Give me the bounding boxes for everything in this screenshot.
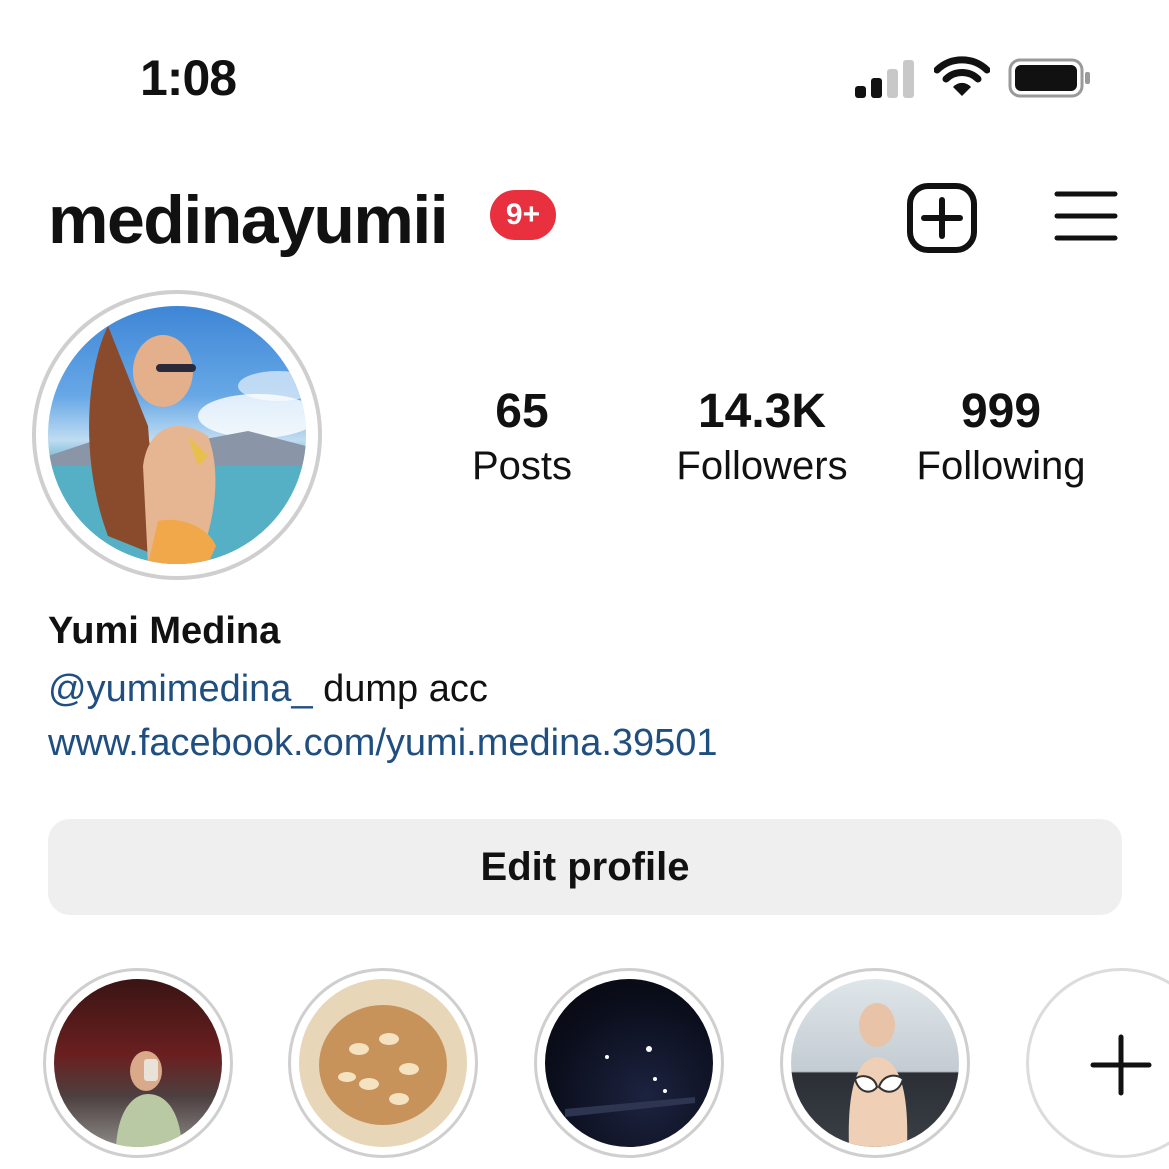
highlight-photo-selfie[interactable] <box>791 979 959 1147</box>
highlight-2-image <box>319 1005 447 1125</box>
notification-badge[interactable]: 9+ <box>490 190 556 240</box>
battery-icon <box>1008 58 1090 98</box>
highlight-1-image <box>116 1051 182 1147</box>
menu-icon[interactable] <box>1054 188 1118 244</box>
bio-website-link[interactable]: www.facebook.com/yumi.medina.39501 <box>48 720 718 766</box>
highlight-3-image <box>565 1046 695 1117</box>
edit-profile-button[interactable]: Edit profile <box>48 819 1122 915</box>
status-time: 1:08 <box>140 50 237 106</box>
highlight-photo-baked-goods[interactable] <box>299 979 467 1147</box>
add-post-icon[interactable] <box>906 182 978 254</box>
avatar-photo <box>48 326 306 564</box>
highlight-photo-night-street[interactable] <box>545 979 713 1147</box>
bio-line: @yumimedina_ dump acc <box>48 666 488 712</box>
stat-posts[interactable]: 65 Posts <box>412 384 632 492</box>
stat-following-label: Following <box>916 444 1086 488</box>
stat-posts-label: Posts <box>471 444 573 488</box>
cellular-signal-icon <box>855 58 915 98</box>
new-highlight-button[interactable] <box>1026 968 1169 1158</box>
bio-mention-link[interactable]: @yumimedina_ <box>48 668 313 710</box>
stat-followers-label: Followers <box>676 444 848 488</box>
stat-followers[interactable]: 14.3K Followers <box>652 384 872 492</box>
highlight-4-image <box>848 1003 908 1147</box>
bio-text: dump acc <box>312 668 488 710</box>
profile-username[interactable]: medinayumii <box>48 180 449 260</box>
highlight-photo-mirror-selfie[interactable] <box>54 979 222 1147</box>
stat-followers-value: 14.3K <box>697 385 827 438</box>
wifi-icon <box>934 56 990 96</box>
stat-following[interactable]: 999 Following <box>891 384 1111 492</box>
profile-full-name: Yumi Medina <box>48 610 281 652</box>
avatar[interactable] <box>48 306 306 564</box>
plus-icon <box>1090 1034 1152 1096</box>
stat-following-value: 999 <box>960 385 1042 438</box>
stat-posts-value: 65 <box>495 385 549 438</box>
